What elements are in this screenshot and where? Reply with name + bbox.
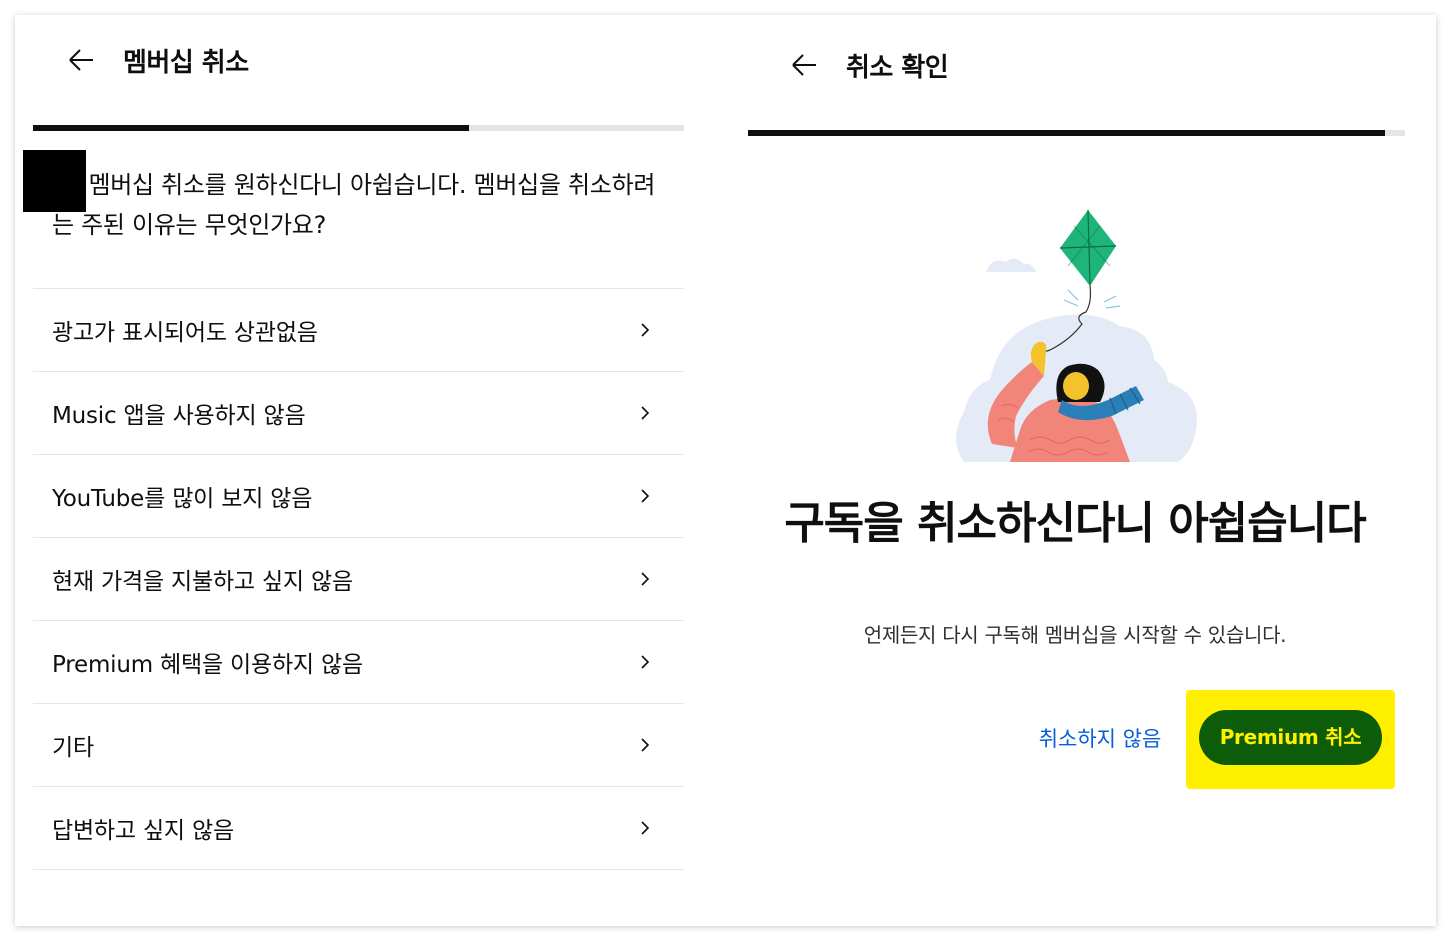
reason-label: Premium 혜택을 이용하지 않음 <box>52 652 363 678</box>
chevron-right-icon <box>641 738 650 752</box>
reason-item-price[interactable]: 현재 가격을 지불하고 싶지 않음 <box>33 537 684 620</box>
progress-fill <box>748 130 1386 136</box>
reason-item-not-watching[interactable]: YouTube를 많이 보지 않음 <box>33 454 684 537</box>
reason-item-ads-ok[interactable]: 광고가 표시되어도 상관없음 <box>33 288 684 371</box>
chevron-right-icon <box>641 572 650 586</box>
reason-item-no-music-app[interactable]: Music 앱을 사용하지 않음 <box>33 371 684 454</box>
cancel-membership-panel: 멤버십 취소 님, 멤버십 취소를 원하신다니 아쉽습니다. 멤버십을 취소하려… <box>15 15 715 926</box>
cancel-premium-button[interactable]: Premium 취소 <box>1199 710 1382 765</box>
reason-label: 현재 가격을 지불하고 싶지 않음 <box>52 569 353 595</box>
kite-illustration <box>956 209 1197 462</box>
progress-bar <box>33 125 684 131</box>
app-window: 멤버십 취소 님, 멤버십 취소를 원하신다니 아쉽습니다. 멤버십을 취소하려… <box>15 15 1436 926</box>
right-header: 취소 확인 <box>788 45 949 85</box>
cancel-reason-question: 님, 멤버십 취소를 원하신다니 아쉽습니다. 멤버십을 취소하려는 주된 이유… <box>52 171 656 239</box>
reason-label: 광고가 표시되어도 상관없음 <box>52 320 318 346</box>
arrow-left-icon[interactable] <box>788 49 820 81</box>
reason-label: 기타 <box>52 735 94 761</box>
chevron-right-icon <box>641 323 650 337</box>
dont-cancel-button[interactable]: 취소하지 않음 <box>1025 721 1175 757</box>
reason-item-other[interactable]: 기타 <box>33 703 684 786</box>
chevron-right-icon <box>641 406 650 420</box>
page-title: 취소 확인 <box>846 52 949 83</box>
reason-item-no-benefits[interactable]: Premium 혜택을 이용하지 않음 <box>33 620 684 703</box>
confirm-cancel-panel: 취소 확인 구독을 취소하신다니 아쉽습니다 언제든지 다시 구독해 멤버십을 … <box>715 15 1436 926</box>
redaction-box <box>23 150 86 212</box>
reason-list: 광고가 표시되어도 상관없음 Music 앱을 사용하지 않음 YouTube를… <box>33 288 684 870</box>
reason-label: 답변하고 싶지 않음 <box>52 818 234 844</box>
page-title: 멤버십 취소 <box>123 47 249 78</box>
reason-label: Music 앱을 사용하지 않음 <box>52 403 306 429</box>
confirm-subtext: 언제든지 다시 구독해 멤버십을 시작할 수 있습니다. <box>863 623 1287 647</box>
progress-fill <box>33 125 470 131</box>
reason-label: YouTube를 많이 보지 않음 <box>52 486 313 512</box>
reason-item-no-answer[interactable]: 답변하고 싶지 않음 <box>33 786 684 870</box>
confirm-headline: 구독을 취소하신다니 아쉽습니다 <box>784 498 1366 549</box>
left-header: 멤버십 취소 <box>65 40 249 80</box>
chevron-right-icon <box>641 655 650 669</box>
arrow-left-icon[interactable] <box>65 44 97 76</box>
chevron-right-icon <box>641 489 650 503</box>
chevron-right-icon <box>641 821 650 835</box>
progress-bar <box>748 130 1405 136</box>
